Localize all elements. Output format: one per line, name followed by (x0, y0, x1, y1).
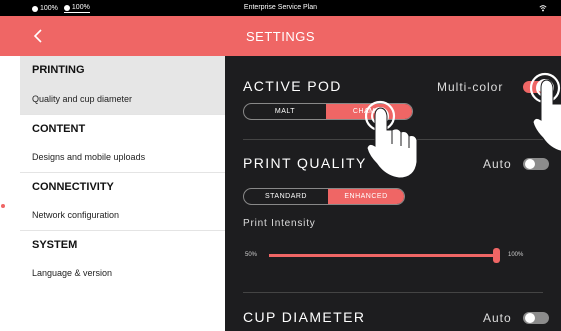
divider (243, 292, 543, 293)
settings-panel: ACTIVE POD Multi-color MALT CHAMEL PRINT… (225, 56, 561, 331)
slider-min-label: 50% (245, 252, 258, 258)
multicolor-label: Multi-color (437, 80, 504, 94)
cup-diameter-auto-label: Auto (483, 311, 512, 325)
page-title: SETTINGS (245, 29, 315, 44)
cup-diameter-auto-toggle[interactable] (523, 312, 549, 324)
section-printing[interactable]: PRINTING (20, 56, 225, 85)
pod-option-malt[interactable]: MALT (244, 104, 326, 119)
status-bar-title: Enterprise Service Plan (243, 4, 318, 11)
quality-option-standard[interactable]: STANDARD (244, 189, 328, 204)
section-system[interactable]: SYSTEM (20, 230, 225, 259)
toggle-knob (525, 159, 535, 169)
sidebar-item-designs[interactable]: Designs and mobile uploads (20, 143, 225, 172)
settings-sidebar: PRINTING Quality and cup diameter CONTEN… (20, 56, 225, 331)
section-connectivity[interactable]: CONNECTIVITY (20, 172, 225, 201)
slider-max-label: 100% (508, 252, 524, 258)
sidebar-item-quality[interactable]: Quality and cup diameter (20, 85, 225, 114)
wifi-icon (539, 5, 547, 12)
print-quality-auto-label: Auto (483, 157, 512, 171)
intensity-slider-track[interactable] (269, 254, 497, 257)
quality-option-enhanced[interactable]: ENHANCED (328, 189, 404, 204)
toggle-knob (525, 313, 535, 323)
sidebar-item-network[interactable]: Network configuration (20, 201, 225, 230)
active-pod-title: ACTIVE POD (243, 78, 342, 94)
edge-marker-icon (1, 204, 5, 208)
intensity-slider-thumb[interactable] (493, 248, 500, 263)
tap-hand-icon (529, 72, 561, 152)
print-quality-title: PRINT QUALITY (243, 155, 367, 171)
section-content[interactable]: CONTENT (20, 114, 225, 143)
print-quality-selector[interactable]: STANDARD ENHANCED (243, 188, 405, 205)
app-header: SETTINGS (0, 16, 561, 56)
sidebar-item-language[interactable]: Language & version (20, 259, 225, 288)
print-intensity-label: Print Intensity (243, 218, 316, 229)
status-bar: 100% 100% Enterprise Service Plan (0, 0, 561, 16)
cup-diameter-title: CUP DIAMETER (243, 309, 366, 325)
tap-hand-icon (365, 100, 418, 179)
